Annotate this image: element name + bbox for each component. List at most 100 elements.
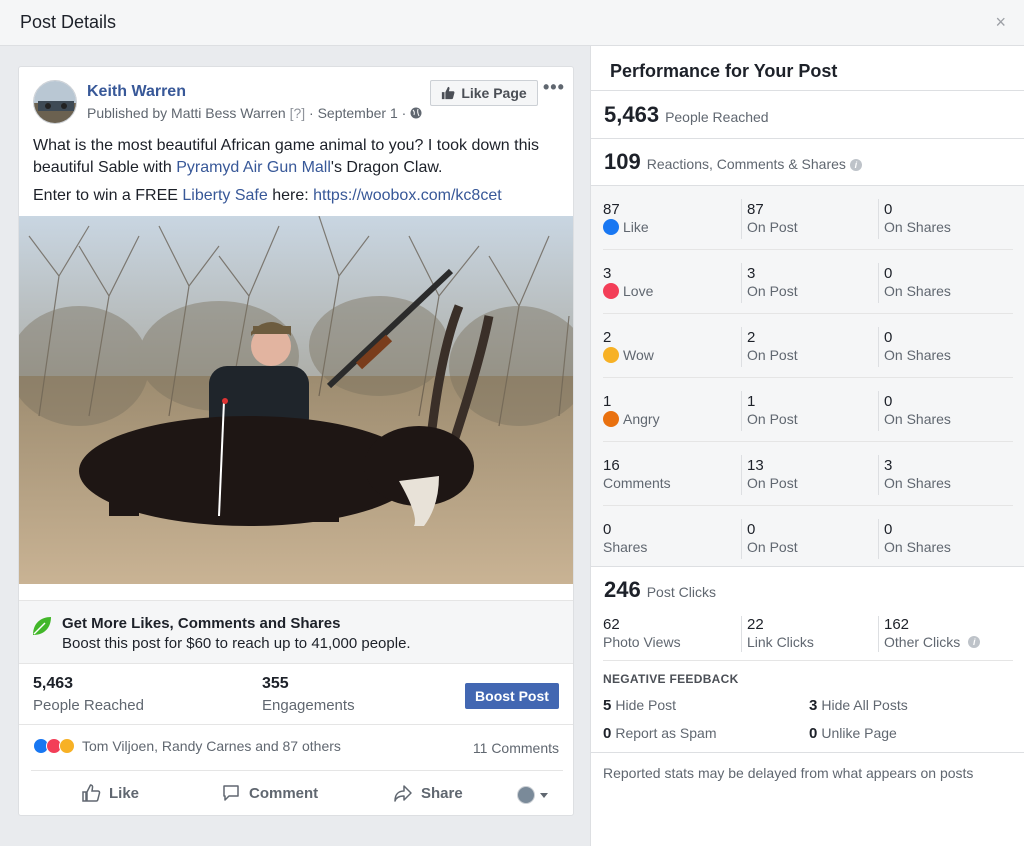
- modal-title: Post Details: [20, 12, 117, 32]
- wow-total-value: 2: [603, 329, 612, 346]
- wow-on-post-label: On Post: [747, 347, 798, 363]
- comment-label: Comment: [249, 784, 319, 802]
- angry-on-shares-label: On Shares: [884, 411, 951, 427]
- performance-panel: Performance for Your Post 5,463 People R…: [590, 46, 1024, 846]
- divider: [878, 327, 879, 367]
- author-avatar[interactable]: [33, 80, 77, 124]
- report-spam-label: Report as Spam: [615, 725, 717, 741]
- boost-promo: Get More Likes, Comments and Shares Boos…: [19, 600, 573, 664]
- tagged-page-link[interactable]: Pyramyd Air Gun Mall: [176, 159, 331, 176]
- other-clicks-label-text: Other Clicks: [884, 634, 961, 650]
- divider: [878, 263, 879, 303]
- wow-total: 2 Wow: [603, 329, 654, 363]
- stats-footnote: Reported stats may be delayed from what …: [603, 765, 974, 781]
- unlike-page-value: 0: [809, 725, 818, 742]
- photo-views-value: 62: [603, 616, 620, 633]
- post-date[interactable]: · September 1 ·: [309, 105, 406, 121]
- divider: [591, 90, 1024, 91]
- rcs-label-text: Reactions, Comments & Shares: [646, 156, 846, 172]
- like-reaction-icon: [603, 219, 619, 235]
- angry-label-text: Angry: [623, 411, 660, 427]
- other-clicks: 162 Other Clicks i: [884, 616, 981, 650]
- angry-total-label: Angry: [603, 411, 660, 427]
- rcs-value: 109: [604, 149, 641, 174]
- woobox-link[interactable]: https://woobox.com/kc8cet: [313, 187, 502, 204]
- angry-on-post-value: 1: [747, 393, 756, 410]
- info-icon[interactable]: i: [849, 159, 862, 172]
- modal-header: Post Details ×: [0, 0, 1024, 46]
- divider: [31, 770, 563, 771]
- divider: [741, 263, 742, 303]
- divider: [878, 616, 879, 652]
- like-on-post-label: On Post: [747, 219, 798, 235]
- shares-on-post-value: 0: [747, 521, 756, 538]
- people-reached-label: People Reached: [665, 109, 769, 125]
- divider: [741, 199, 742, 239]
- info-icon[interactable]: i: [968, 636, 981, 648]
- post-text-2a: Enter to win a FREE: [33, 187, 183, 204]
- post-photo[interactable]: [19, 216, 573, 584]
- divider: [591, 566, 1024, 567]
- rcs-stat: 109 Reactions, Comments & Shares i: [604, 149, 862, 175]
- post-meta: Published by Matti Bess Warren [?] · Sep…: [87, 105, 422, 121]
- hide-all-stat: 3 Hide All Posts: [809, 697, 908, 714]
- boost-subtext: Boost this post for $60 to reach up to 4…: [62, 635, 411, 652]
- post-clicks-stat: 246 Post Clicks: [604, 577, 716, 603]
- wow-reaction-icon: [59, 738, 75, 754]
- love-label-text: Love: [623, 283, 654, 299]
- report-spam-value: 0: [603, 725, 612, 742]
- thumbs-up-icon: [442, 86, 455, 100]
- comments-count[interactable]: 11 Comments: [473, 740, 559, 756]
- more-options-icon[interactable]: •••: [543, 77, 565, 98]
- hide-post-value: 5: [603, 697, 612, 714]
- divider: [878, 199, 879, 239]
- divider: [741, 519, 742, 559]
- love-on-shares-label: On Shares: [884, 283, 951, 299]
- hide-all-value: 3: [809, 697, 818, 714]
- breakdown-row-shares: 0 Shares 0 On Post 0 On Shares: [603, 506, 1013, 570]
- post-text-2b: here:: [267, 187, 314, 204]
- like-label-text: Like: [623, 219, 649, 235]
- performance-title: Performance for Your Post: [610, 61, 838, 81]
- love-on-post-value: 3: [747, 265, 756, 282]
- link-clicks: 22 Link Clicks: [747, 616, 814, 650]
- like-label: Like: [109, 784, 140, 802]
- love-total-label: Love: [603, 283, 653, 299]
- like-total-label: Like: [603, 219, 649, 235]
- comment-button[interactable]: Comment: [221, 783, 318, 803]
- divider: [878, 455, 879, 495]
- share-button[interactable]: Share: [393, 783, 463, 803]
- share-icon: [394, 785, 412, 802]
- boost-post-button[interactable]: Boost Post: [465, 683, 559, 709]
- like-on-shares-value: 0: [884, 201, 893, 218]
- liberty-safe-link[interactable]: Liberty Safe: [182, 187, 267, 204]
- viewer-avatar: [517, 786, 535, 804]
- like-button[interactable]: Like: [81, 783, 139, 803]
- shares-on-post-label: On Post: [747, 539, 798, 555]
- reactions-breakdown: 87 Like 87 On Post 0 On Shares 3 Love 3: [591, 186, 1024, 566]
- like-page-button[interactable]: Like Page: [430, 80, 538, 106]
- post-as-selector[interactable]: [517, 786, 549, 804]
- angry-reaction-icon: [603, 411, 619, 427]
- wow-reaction-icon: [603, 347, 619, 363]
- divider: [591, 752, 1024, 753]
- divider: [603, 660, 1013, 661]
- love-total-value: 3: [603, 265, 612, 282]
- shares-total-label: Shares: [603, 539, 648, 555]
- close-icon[interactable]: ×: [995, 12, 1006, 32]
- wow-on-shares: 0 On Shares: [884, 329, 951, 363]
- post-engagements-value: 355: [262, 675, 289, 692]
- unlike-page-label: Unlike Page: [821, 725, 897, 741]
- photo-views-label: Photo Views: [603, 634, 681, 650]
- help-link[interactable]: [?]: [290, 105, 306, 121]
- comments-on-shares-value: 3: [884, 457, 893, 474]
- shares-on-post: 0 On Post: [747, 521, 798, 555]
- shares-total: 0 Shares: [603, 521, 647, 555]
- divider: [19, 724, 573, 725]
- post-text: What is the most beautiful African game …: [33, 135, 563, 207]
- thumbs-up-icon: [82, 784, 101, 802]
- reaction-summary[interactable]: Tom Viljoen, Randy Carnes and 87 others: [33, 738, 341, 754]
- author-name[interactable]: Keith Warren: [87, 83, 186, 101]
- photo-views: 62 Photo Views: [603, 616, 681, 650]
- like-on-post: 87 On Post: [747, 201, 798, 235]
